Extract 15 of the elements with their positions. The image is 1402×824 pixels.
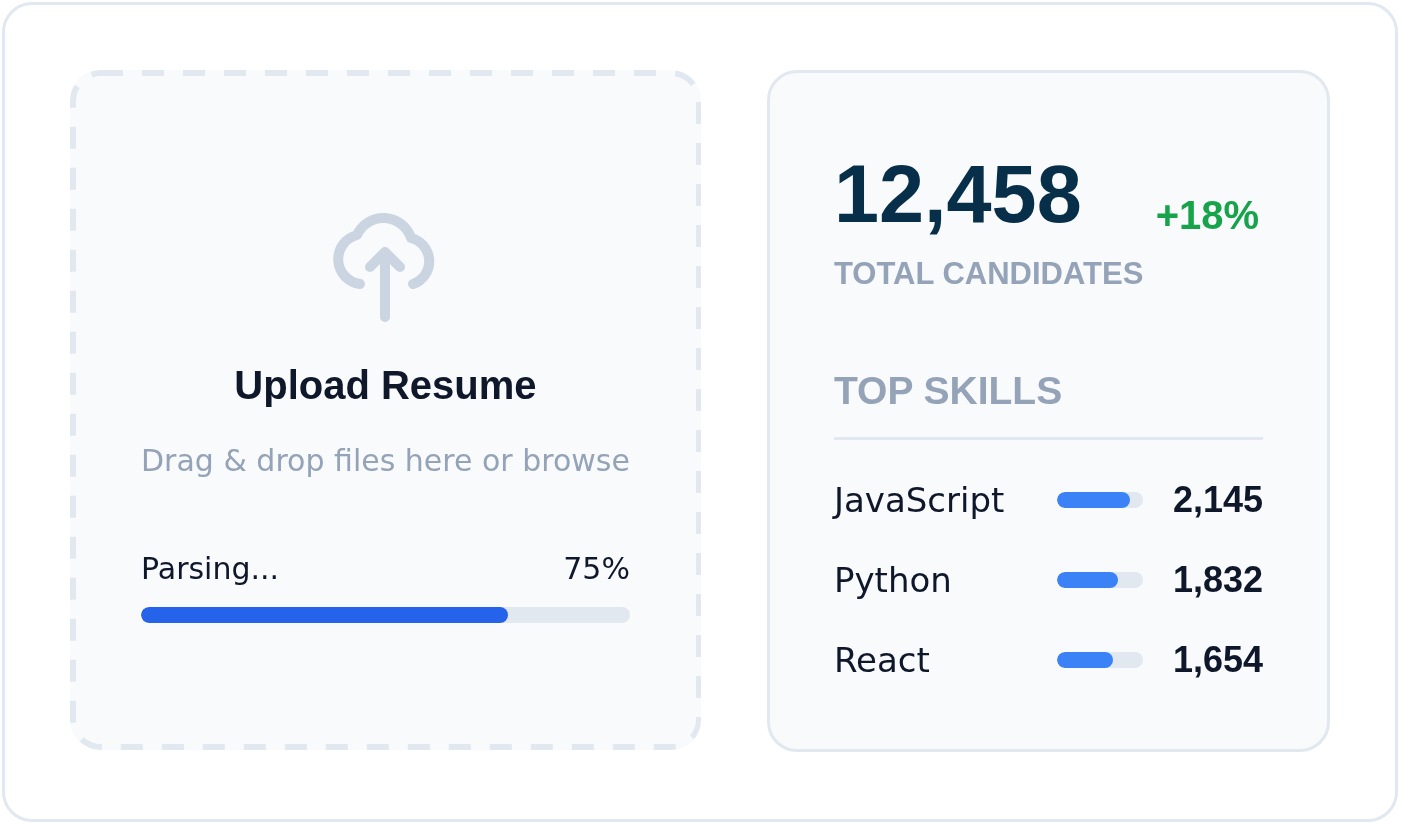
upload-dropzone[interactable]: Upload Resume Drag & drop files here or browse Parsing... 75% bbox=[70, 70, 701, 750]
section-title: TOP SKILLS bbox=[833, 368, 1063, 415]
progress-percent: 75% bbox=[563, 551, 630, 587]
skill-count: 2,145 bbox=[1172, 478, 1263, 522]
skill-count: 1,832 bbox=[1172, 558, 1263, 602]
progress-label: Parsing... bbox=[141, 551, 280, 587]
upload-title: Upload Resume bbox=[234, 362, 537, 409]
skill-count: 1,654 bbox=[1172, 638, 1263, 682]
skill-name: Python bbox=[833, 559, 953, 601]
total-count: 12,458 bbox=[833, 154, 1082, 235]
change-percent: +18% bbox=[1155, 195, 1260, 235]
upload-hint: Drag & drop files here or browse bbox=[141, 443, 630, 479]
skill-name: React bbox=[833, 639, 931, 681]
skill-name: JavaScript bbox=[833, 479, 1006, 521]
total-label: TOTAL CANDIDATES bbox=[833, 255, 1144, 293]
